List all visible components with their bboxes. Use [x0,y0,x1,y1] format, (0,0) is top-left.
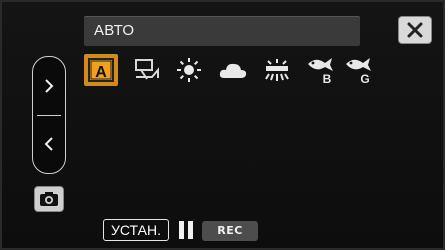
page-nav-pill [32,56,66,174]
manual-wb-icon [135,59,159,80]
sun-icon [177,58,201,82]
auto-wb-icon: A [88,58,114,82]
camera-icon [40,192,58,206]
wb-option-manual[interactable] [130,54,164,86]
rec-indicator: REC [202,221,258,241]
camera-lcd-screen: АВТО A B G УСТАН. REC [0,0,445,250]
fish-g-label: G [360,72,369,85]
chevron-left-icon [44,137,53,151]
camera-mode-button[interactable] [34,186,64,212]
fluorescent-icon [265,59,289,81]
close-icon [407,22,423,38]
auto-wb-label: A [95,64,107,81]
wb-option-fluorescent[interactable] [260,54,294,86]
wb-option-underwater-green[interactable]: G [342,54,376,86]
pause-icon [177,221,195,239]
fish-b-label: B [323,72,332,85]
cloud-icon [219,63,247,78]
wb-option-auto[interactable]: A [84,54,118,86]
prev-page-button[interactable] [33,116,65,172]
wb-option-underwater-blue[interactable]: B [304,54,338,86]
fish-b-icon: B [308,58,333,85]
wb-option-sunny[interactable] [172,54,206,86]
set-button[interactable]: УСТАН. [103,219,169,241]
close-button[interactable] [398,16,432,44]
next-page-button[interactable] [33,58,65,114]
mode-title: АВТО [94,22,135,39]
wb-option-cloudy[interactable] [216,54,250,86]
fish-g-icon: G [346,58,371,85]
mode-title-bar: АВТО [84,16,360,46]
chevron-right-icon [45,79,54,93]
